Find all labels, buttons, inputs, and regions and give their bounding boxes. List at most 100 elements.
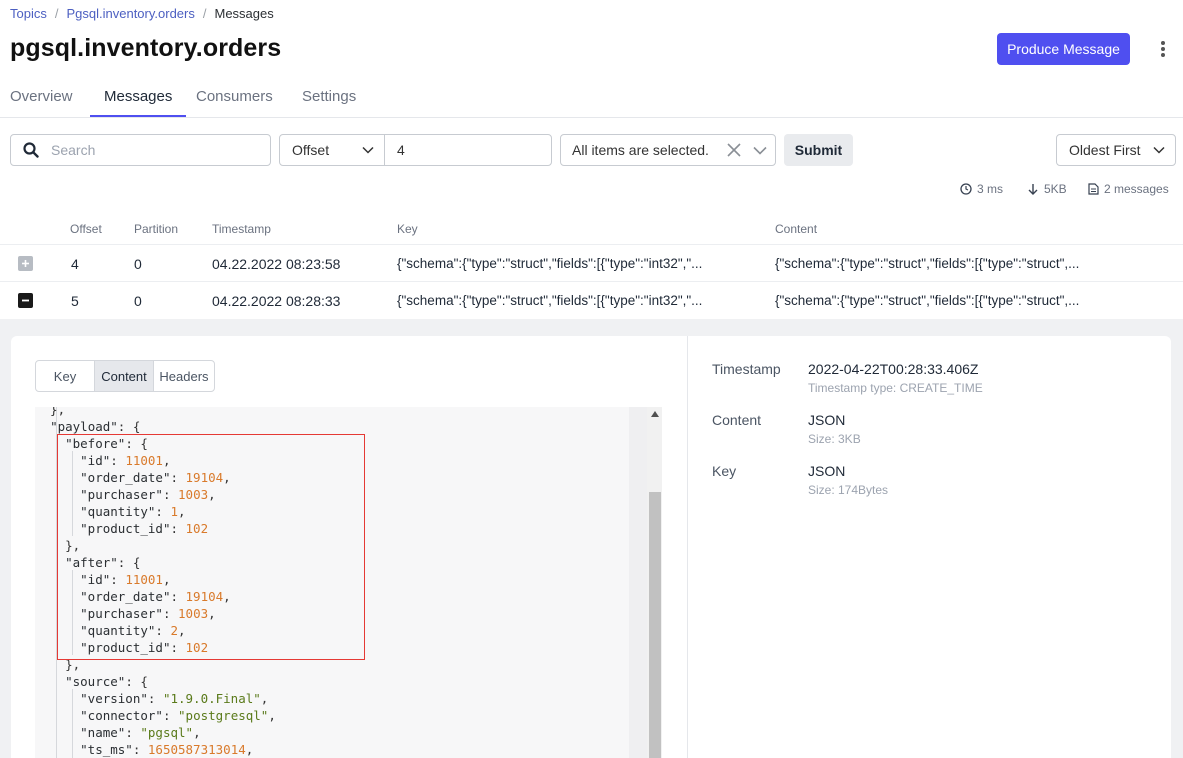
kebab-menu-icon[interactable]: [1155, 38, 1171, 60]
breadcrumb-topic-link[interactable]: Pgsql.inventory.orders: [66, 6, 194, 21]
meta-timestamp-label: Timestamp: [712, 361, 781, 377]
code-line: "ts_ms": 1650587313014,: [35, 741, 276, 758]
close-icon[interactable]: [723, 143, 745, 157]
code-token: :: [162, 606, 179, 621]
meta-key-size: Size: 174Bytes: [808, 483, 889, 497]
code-token: ,: [178, 623, 186, 638]
code-line: "purchaser": 1003,: [35, 486, 276, 503]
code-line: "version": "1.9.0.Final",: [35, 690, 276, 707]
code-token: "ts_ms": [80, 742, 133, 757]
code-token: 1650587313014: [147, 742, 246, 757]
code-token: "1.9.0.Final": [162, 691, 261, 706]
code-token: :: [170, 589, 186, 604]
column-header-key: Key: [397, 222, 418, 236]
column-header-content: Content: [775, 222, 818, 236]
code-line: },: [35, 656, 276, 673]
view-tab-content[interactable]: Content: [94, 361, 153, 391]
view-tab-key[interactable]: Key: [36, 361, 94, 391]
arrow-down-icon: [1028, 184, 1038, 195]
code-token: 1: [170, 504, 179, 519]
tab-consumers[interactable]: Consumers: [196, 80, 273, 117]
code-line: "after": {: [35, 554, 276, 571]
code-line: "connector": "postgresql",: [35, 707, 276, 724]
sort-order-select[interactable]: Oldest First: [1056, 134, 1176, 166]
code-token: "before": [65, 436, 126, 451]
code-token: ,: [208, 487, 216, 502]
produce-message-button[interactable]: Produce Message: [997, 33, 1130, 65]
code-token: 102: [185, 521, 209, 536]
content-view-switcher: Key Content Headers: [35, 360, 215, 392]
code-token: "version": [80, 691, 148, 706]
code-token: "id": [80, 572, 111, 587]
code-token: 19104: [185, 589, 224, 604]
table-row[interactable]: 4 0 04.22.2022 08:23:58 {"schema":{"type…: [0, 244, 1183, 281]
seek-type-select[interactable]: Offset: [279, 134, 385, 166]
minus-icon[interactable]: [18, 293, 33, 308]
search-input[interactable]: [51, 142, 251, 158]
scrollbar-thumb[interactable]: [649, 492, 661, 758]
code-line: "quantity": 1,: [35, 503, 276, 520]
tab-messages[interactable]: Messages: [90, 80, 186, 117]
plus-icon[interactable]: [18, 256, 33, 271]
code-line: "purchaser": 1003,: [35, 605, 276, 622]
breadcrumb-topics-link[interactable]: Topics: [10, 6, 47, 21]
code-line: "order_date": 19104,: [35, 588, 276, 605]
tab-overview[interactable]: Overview: [10, 80, 73, 117]
partitions-value: All items are selected.: [572, 142, 709, 158]
code-token: ,: [208, 606, 216, 621]
stat-elapsed-value: 3 ms: [977, 182, 1004, 196]
code-token: "payload": [50, 419, 118, 434]
chevron-down-icon: [1153, 146, 1165, 154]
code-token: ,: [260, 691, 269, 706]
code-token: :: [110, 453, 126, 468]
breadcrumb-separator: /: [54, 6, 59, 21]
code-line: "product_id": 102: [35, 520, 276, 537]
row-offset: 4: [71, 256, 79, 272]
stat-messages: 2 messages: [1088, 182, 1169, 196]
code-token: 19104: [185, 470, 224, 485]
code-token: : {: [125, 436, 148, 451]
chevron-down-icon[interactable]: [745, 146, 775, 155]
partitions-select[interactable]: All items are selected.: [560, 134, 776, 166]
code-line: "before": {: [35, 435, 276, 452]
code-token: "quantity": [80, 504, 156, 519]
offset-input[interactable]: 4: [384, 134, 552, 166]
code-token: ,: [245, 742, 254, 757]
breadcrumb-current: Messages: [214, 6, 274, 21]
scroll-up-arrow-icon[interactable]: [651, 411, 659, 417]
code-token: :: [170, 640, 186, 655]
view-tab-headers[interactable]: Headers: [153, 361, 214, 391]
meta-content-label: Content: [712, 412, 762, 428]
tab-settings[interactable]: Settings: [302, 80, 356, 117]
code-token: ,: [223, 470, 231, 485]
code-token: :: [147, 691, 163, 706]
code-token: "purchaser": [80, 606, 163, 621]
code-token: :: [125, 725, 141, 740]
json-scrollbar[interactable]: [647, 407, 662, 758]
code-token: "product_id": [80, 640, 171, 655]
code-line: "id": 11001,: [35, 452, 276, 469]
code-line: "id": 11001,: [35, 571, 276, 588]
column-header-timestamp: Timestamp: [212, 222, 271, 236]
detail-divider: [687, 336, 688, 758]
code-line: "name": "pgsql",: [35, 724, 276, 741]
table-row[interactable]: 5 0 04.22.2022 08:28:33 {"schema":{"type…: [0, 281, 1183, 318]
row-timestamp: 04.22.2022 08:28:33: [212, 293, 341, 309]
submit-button[interactable]: Submit: [784, 134, 853, 166]
code-line: "payload": {: [35, 418, 276, 435]
code-token: "quantity": [80, 623, 156, 638]
json-viewer[interactable]: }, "payload": { "before": { "id": 11001,…: [35, 407, 662, 758]
code-token: ,: [223, 589, 231, 604]
search-field[interactable]: [10, 134, 271, 166]
code-token: :: [132, 742, 148, 757]
stat-messages-value: 2 messages: [1104, 182, 1169, 196]
code-token: : {: [117, 555, 141, 570]
seek-type-value: Offset: [292, 142, 330, 158]
